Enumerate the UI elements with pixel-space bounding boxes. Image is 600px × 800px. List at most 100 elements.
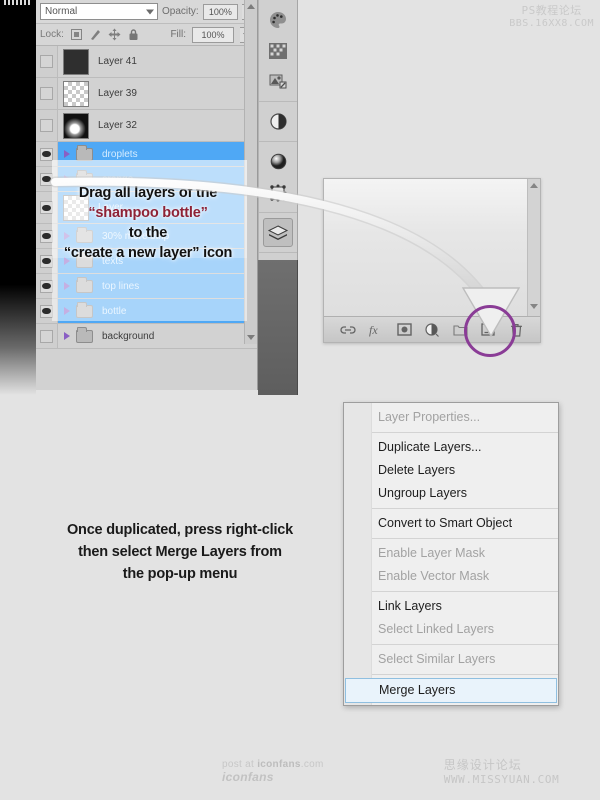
layers-panel-toolbar: fx <box>324 316 540 342</box>
layer-visibility-toggle[interactable] <box>36 46 58 77</box>
eye-pupil <box>42 283 51 289</box>
lock-label: Lock: <box>40 29 64 40</box>
context-menu-separator <box>372 644 558 645</box>
watermark-post-at: post at <box>222 758 258 770</box>
3d-sphere-icon[interactable] <box>263 147 293 176</box>
tutorial-screenshot: Normal Opacity: 100% Lock: Fill: 100% La… <box>0 0 600 800</box>
add-layer-mask-icon[interactable] <box>396 322 412 338</box>
dock-group-3 <box>259 142 297 213</box>
layer-thumbnail <box>63 48 89 75</box>
context-menu-separator <box>372 538 558 539</box>
film-notch-decoration <box>4 0 32 5</box>
eye-pupil <box>42 151 51 157</box>
left-black-band <box>0 0 36 395</box>
scroll-up-icon[interactable] <box>530 183 538 188</box>
context-menu-item: Enable Vector Mask <box>378 569 490 583</box>
layer-row[interactable]: background <box>36 324 257 349</box>
layer-row[interactable]: Layer 39 <box>36 78 257 110</box>
context-menu-item[interactable]: Link Layers <box>344 595 558 618</box>
layer-row[interactable]: Layer 32 <box>36 110 257 142</box>
link-layers-icon[interactable] <box>340 322 356 338</box>
transform-bounding-box-icon[interactable] <box>263 178 293 207</box>
watermark-missyuan-cn: 思缘设计论坛 <box>443 758 522 772</box>
layer-row[interactable]: top lines <box>36 274 257 299</box>
context-menu-item[interactable]: Convert to Smart Object <box>344 512 558 535</box>
group-expand-triangle-icon[interactable] <box>64 332 70 340</box>
watermark-missyuan-url: WWW.MISSYUAN.COM <box>443 773 560 786</box>
group-expand-triangle-icon[interactable] <box>64 150 70 158</box>
eye-icon <box>40 279 53 293</box>
new-group-icon[interactable] <box>452 322 468 338</box>
layer-visibility-toggle[interactable] <box>36 78 58 109</box>
context-menu-item[interactable]: Duplicate Layers... <box>344 436 558 459</box>
context-menu-item[interactable]: Delete Layers <box>344 459 558 482</box>
opacity-label: Opacity: <box>162 6 199 17</box>
styles-icon[interactable] <box>263 67 293 96</box>
layer-row[interactable]: droplets <box>36 142 257 167</box>
caption-line-3: the pop-up menu <box>122 566 238 582</box>
destination-scrollbar[interactable] <box>527 179 540 317</box>
watermark-top-line-1: PS教程论坛 <box>521 4 582 17</box>
scroll-down-icon[interactable] <box>247 335 255 340</box>
scroll-down-icon[interactable] <box>530 304 538 309</box>
context-menu-item[interactable]: Ungroup Layers <box>344 482 558 505</box>
layer-visibility-toggle[interactable] <box>36 324 58 348</box>
context-menu-item[interactable]: Merge Layers <box>345 678 557 703</box>
adjustments-half-circle-icon[interactable] <box>263 107 293 136</box>
context-menu-item: Layer Properties... <box>378 410 481 424</box>
callout-line-4: “create a new layer” icon <box>63 245 233 261</box>
layer-visibility-toggle[interactable] <box>36 142 58 166</box>
context-menu-separator <box>372 591 558 592</box>
eye-icon <box>40 329 53 343</box>
create-new-layer-icon[interactable] <box>480 322 496 338</box>
layer-thumbnail <box>63 80 89 107</box>
context-menu-separator <box>372 508 558 509</box>
layer-visibility-toggle[interactable] <box>36 274 58 298</box>
delete-layer-trash-icon[interactable] <box>508 322 524 338</box>
eye-pupil <box>42 308 51 314</box>
blend-mode-select[interactable]: Normal <box>40 3 158 20</box>
watermark-iconfans-logo: iconfans <box>222 769 274 784</box>
context-menu-item: Select Similar Layers <box>378 652 496 666</box>
caption-line-1: Once duplicated, press right-click <box>66 522 294 538</box>
eye-pupil <box>42 176 51 182</box>
color-palette-icon[interactable] <box>263 5 293 34</box>
layer-row[interactable]: Layer 41 <box>36 46 257 78</box>
add-layer-style-fx-icon[interactable]: fx <box>368 322 384 338</box>
context-menu-item: Enable Layer Mask <box>378 546 486 560</box>
blend-mode-value: Normal <box>45 6 78 17</box>
lock-image-pixels-icon[interactable] <box>89 28 102 41</box>
lock-position-icon[interactable] <box>108 28 121 41</box>
layer-name: top lines <box>102 280 140 292</box>
destination-layers-panel: fx <box>323 178 541 343</box>
layer-name: droplets <box>102 148 138 160</box>
swatches-grid-icon[interactable] <box>263 36 293 65</box>
opacity-input[interactable]: 100% <box>202 3 238 20</box>
layer-context-menu[interactable]: Layer Properties... Duplicate Layers... De… <box>343 402 559 706</box>
dock-dark-strip <box>258 260 298 395</box>
lock-all-icon[interactable] <box>127 28 140 41</box>
layer-visibility-toggle[interactable] <box>36 299 58 323</box>
new-adjustment-layer-icon[interactable] <box>424 322 440 338</box>
eye-pupil <box>42 233 51 239</box>
group-expand-triangle-icon[interactable] <box>64 282 70 290</box>
context-menu-item: Select Linked Layers <box>378 622 495 636</box>
layer-visibility-toggle[interactable] <box>36 110 58 141</box>
layers-stack-icon[interactable] <box>263 218 293 247</box>
watermark-iconfans-brand: iconfans <box>257 758 301 770</box>
group-expand-triangle-icon[interactable] <box>64 307 70 315</box>
callout-line-3: to the <box>128 225 168 241</box>
dock-group-2 <box>259 102 297 142</box>
eye-pupil <box>42 258 51 264</box>
group-expand-triangle-icon[interactable] <box>64 175 70 183</box>
watermark-top-line-2: BBS.16XX8.COM <box>509 18 594 29</box>
layer-row[interactable]: bottle <box>36 299 257 324</box>
scroll-up-icon[interactable] <box>247 4 255 9</box>
eye-icon <box>40 147 53 161</box>
lock-transparent-pixels-icon[interactable] <box>70 28 83 41</box>
watermark-missyuan: 思缘设计论坛 WWW.MISSYUAN.COM <box>444 756 600 786</box>
blend-mode-row: Normal Opacity: 100% <box>36 0 257 24</box>
fill-input[interactable]: 100% <box>192 26 234 43</box>
layers-panel-scrollbar[interactable] <box>244 0 257 344</box>
callout-line-1: Drag all layers of the <box>78 185 218 201</box>
